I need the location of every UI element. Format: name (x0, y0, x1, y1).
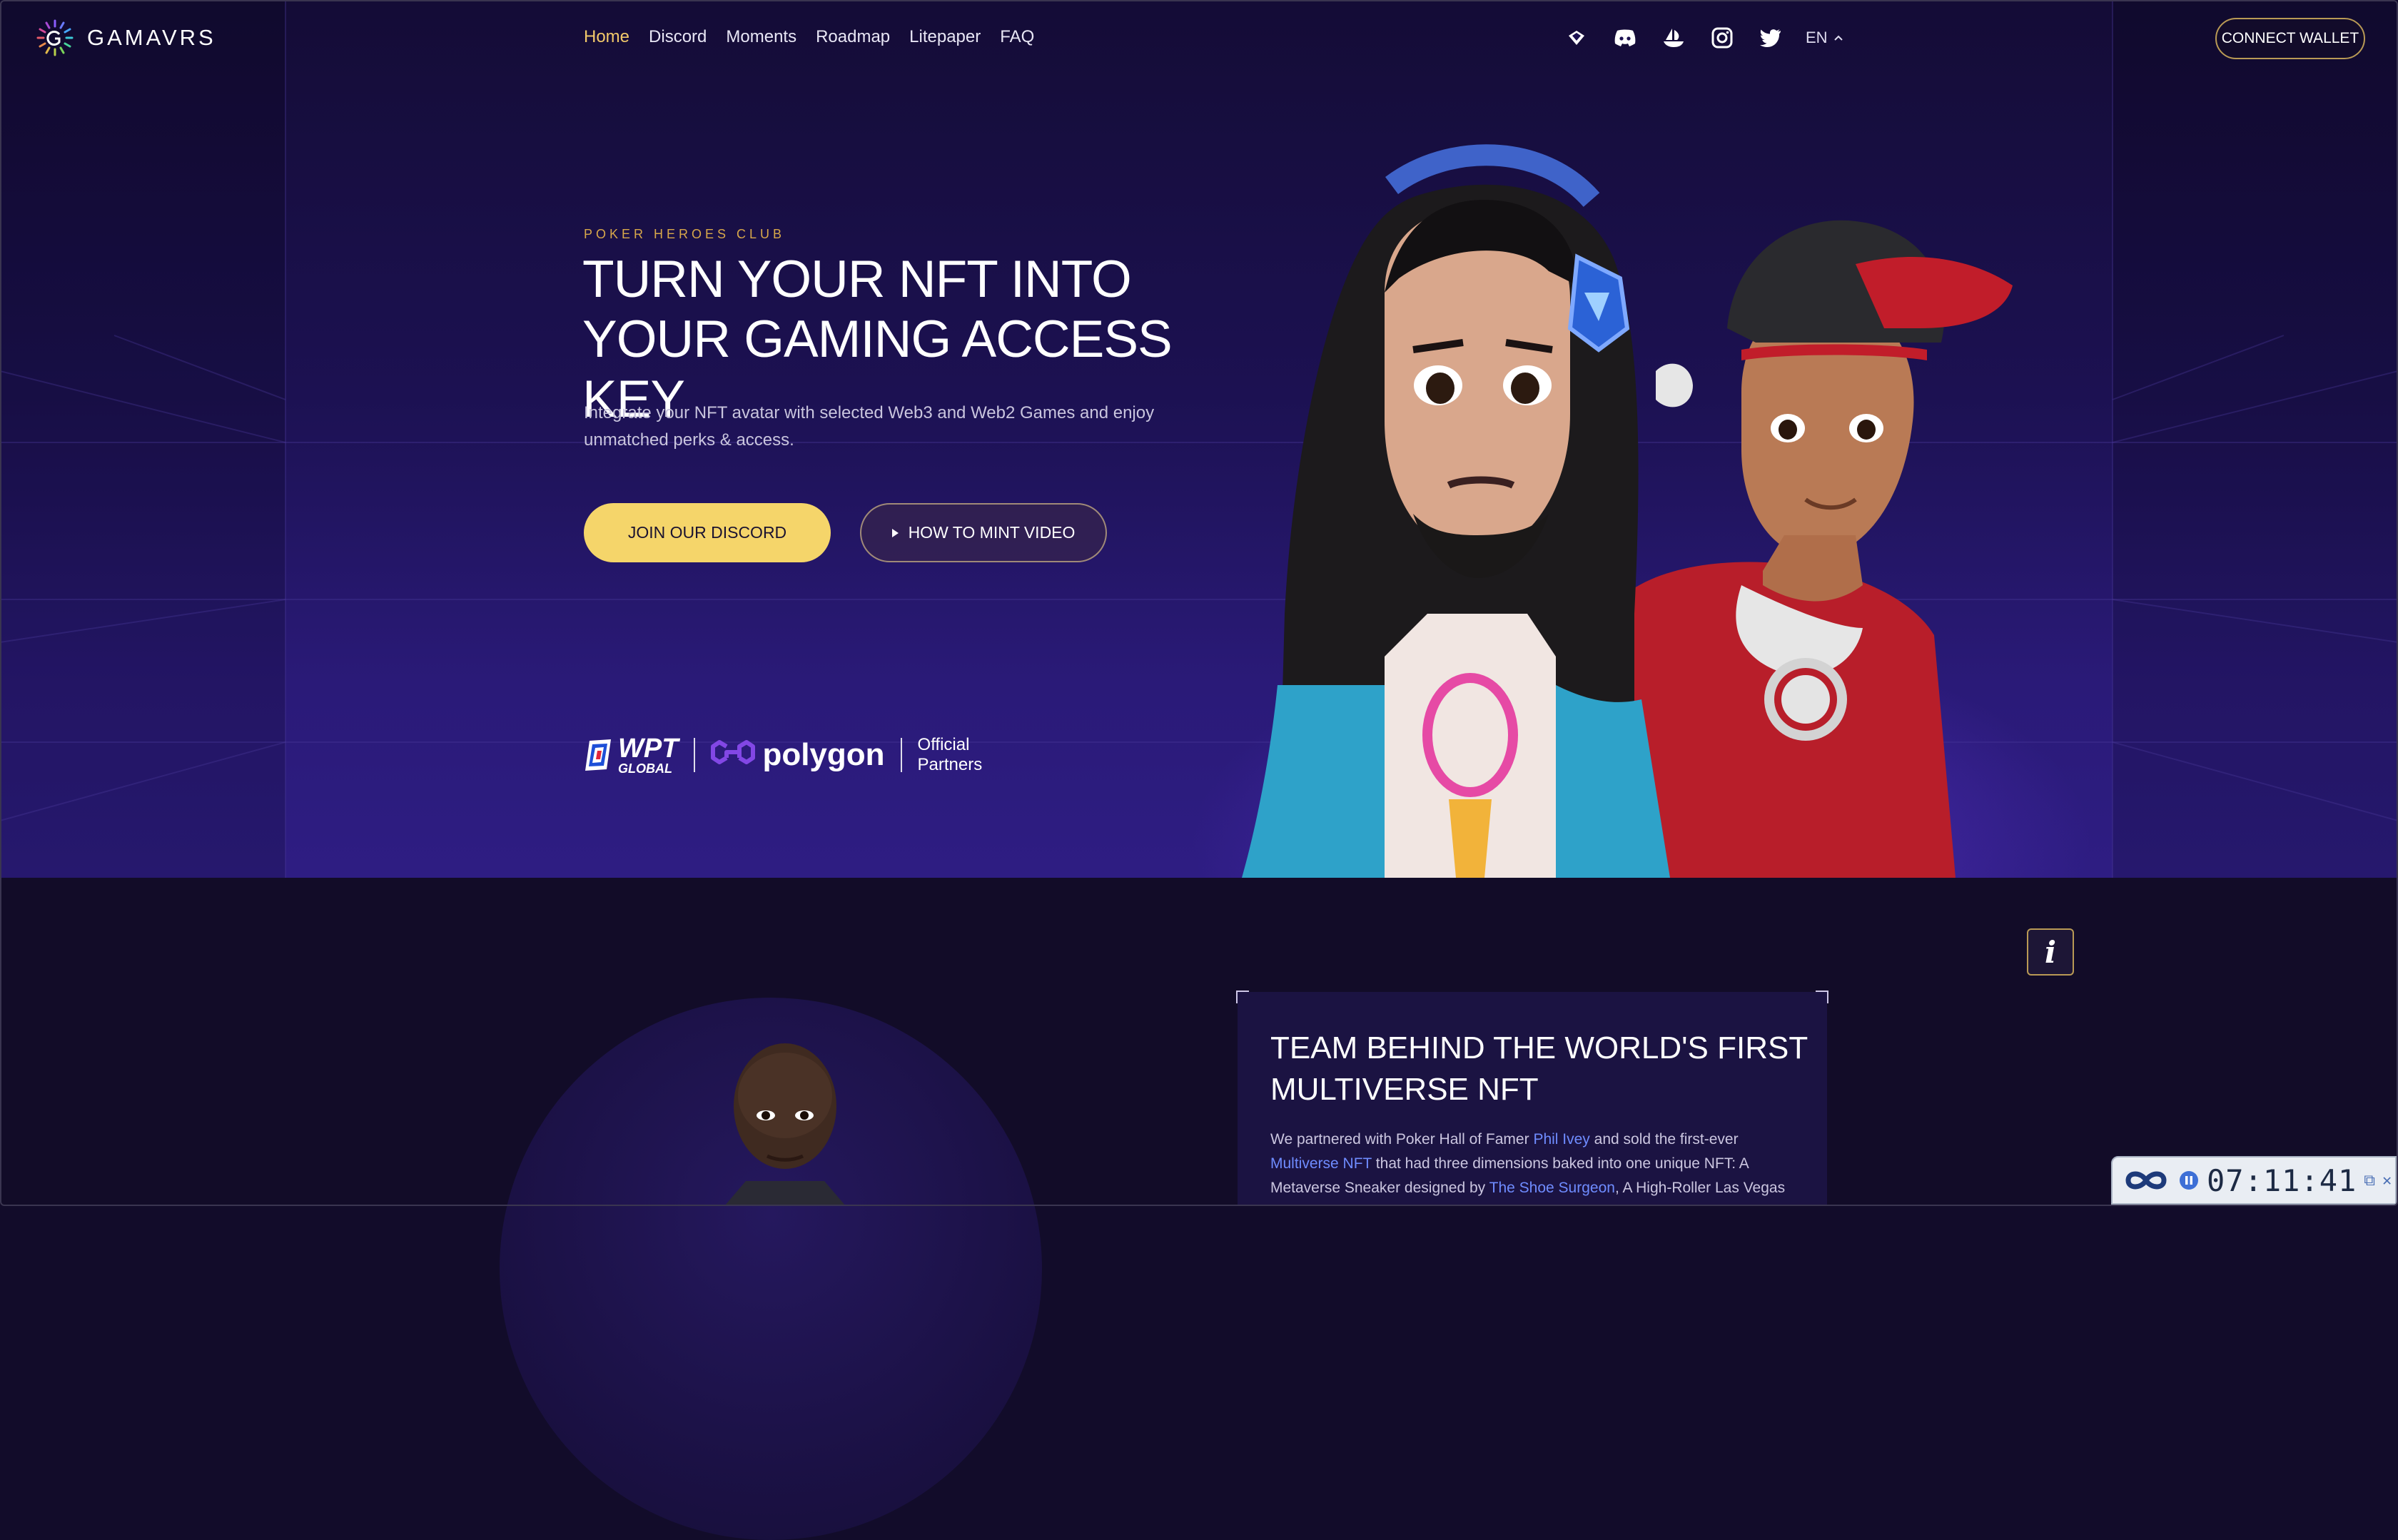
partners-label-line1: Official (917, 735, 970, 754)
nav-moments[interactable]: Moments (726, 27, 796, 47)
language-label: EN (1806, 29, 1828, 46)
hero-section: GAMAVRS Home Discord Moments Roadmap Lit… (0, 0, 2398, 878)
hero-eyebrow: POKER HEROES CLUB (584, 227, 786, 241)
instagram-icon[interactable] (1709, 24, 1736, 51)
connect-wallet-button[interactable]: CONNECT WALLET (2215, 18, 2365, 59)
polygon-wordmark: polygon (762, 737, 885, 772)
brand-logo[interactable]: GAMAVRS (36, 19, 216, 57)
phil-ivey-portrait (724, 1043, 846, 1206)
wpt-badge-icon (585, 739, 611, 771)
nav-home[interactable]: Home (584, 27, 629, 47)
polygon-logo: polygon (711, 736, 885, 774)
card-corner-decoration (1236, 991, 1249, 1003)
opensea-icon[interactable] (1660, 24, 1687, 51)
team-section (0, 878, 2398, 1206)
language-selector[interactable]: EN (1806, 29, 1843, 47)
screen-recorder-widget: 07:11:41 ⧉ ✕ (2111, 1156, 2397, 1205)
gamavrs-logo-icon (36, 19, 74, 56)
wpt-global-wordmark: GLOBAL (618, 761, 672, 776)
wpt-global-logo: WPT GLOBAL (584, 735, 678, 775)
multiverse-nft-link[interactable]: Multiverse NFT (1270, 1155, 1372, 1172)
wpt-wordmark: WPT (618, 734, 679, 764)
nav-roadmap[interactable]: Roadmap (816, 27, 890, 47)
hero-subtitle: Integrate your NFT avatar with selected … (584, 403, 1155, 450)
infinity-icon (2125, 1171, 2167, 1190)
team-description: We partnered with Poker Hall of Famer Ph… (1270, 1128, 1798, 1200)
close-icon[interactable]: ✕ (2382, 1172, 2392, 1190)
card-corner-decoration (1816, 991, 1828, 1003)
play-icon (891, 528, 899, 537)
team-title: TEAM BEHIND THE WORLD'S FIRST MULTIVERSE… (1270, 1030, 1808, 1107)
partner-divider (694, 738, 696, 772)
team-text-part: , A High-Roller Las Vegas (1614, 1180, 1786, 1196)
how-to-mint-video-button[interactable]: HOW TO MINT VIDEO (860, 503, 1107, 562)
main-nav: Home Discord Moments Roadmap Litepaper F… (584, 27, 1034, 47)
nav-discord[interactable]: Discord (649, 27, 707, 47)
twitter-icon[interactable] (1757, 24, 1784, 51)
brand-name: GAMAVRS (87, 25, 216, 50)
official-partners-label: Official Partners (918, 735, 983, 775)
gitbook-icon[interactable] (1563, 24, 1590, 51)
how-to-mint-label: HOW TO MINT VIDEO (908, 523, 1076, 542)
shoe-surgeon-link[interactable]: The Shoe Surgeon (1489, 1180, 1615, 1196)
partner-divider (900, 738, 902, 772)
hero-characters-illustration (1242, 144, 2013, 878)
social-links: EN (1563, 24, 1843, 51)
nav-faq[interactable]: FAQ (1000, 27, 1034, 47)
phil-ivey-link[interactable]: Phil Ivey (1533, 1131, 1589, 1148)
official-partners: WPT GLOBAL polygon Official Partners (584, 735, 982, 775)
info-button[interactable]: i (2027, 928, 2074, 976)
character-headphones-avatar (1242, 144, 1693, 878)
popout-icon[interactable]: ⧉ (2364, 1172, 2375, 1190)
team-text-part: We partnered with Poker Hall of Famer (1270, 1131, 1534, 1148)
nav-litepaper[interactable]: Litepaper (909, 27, 981, 47)
partners-label-line2: Partners (917, 755, 983, 774)
pause-icon[interactable] (2178, 1170, 2200, 1191)
recording-timer: 07:11:41 (2207, 1162, 2357, 1198)
team-text-part: and sold the first-ever (1589, 1131, 1739, 1148)
join-discord-button[interactable]: JOIN OUR DISCORD (584, 503, 831, 562)
chevron-up-icon (1833, 35, 1843, 41)
discord-icon[interactable] (1612, 24, 1639, 51)
team-card: TEAM BEHIND THE WORLD'S FIRST MULTIVERSE… (1236, 991, 1828, 1206)
polygon-mark-icon (711, 740, 756, 764)
